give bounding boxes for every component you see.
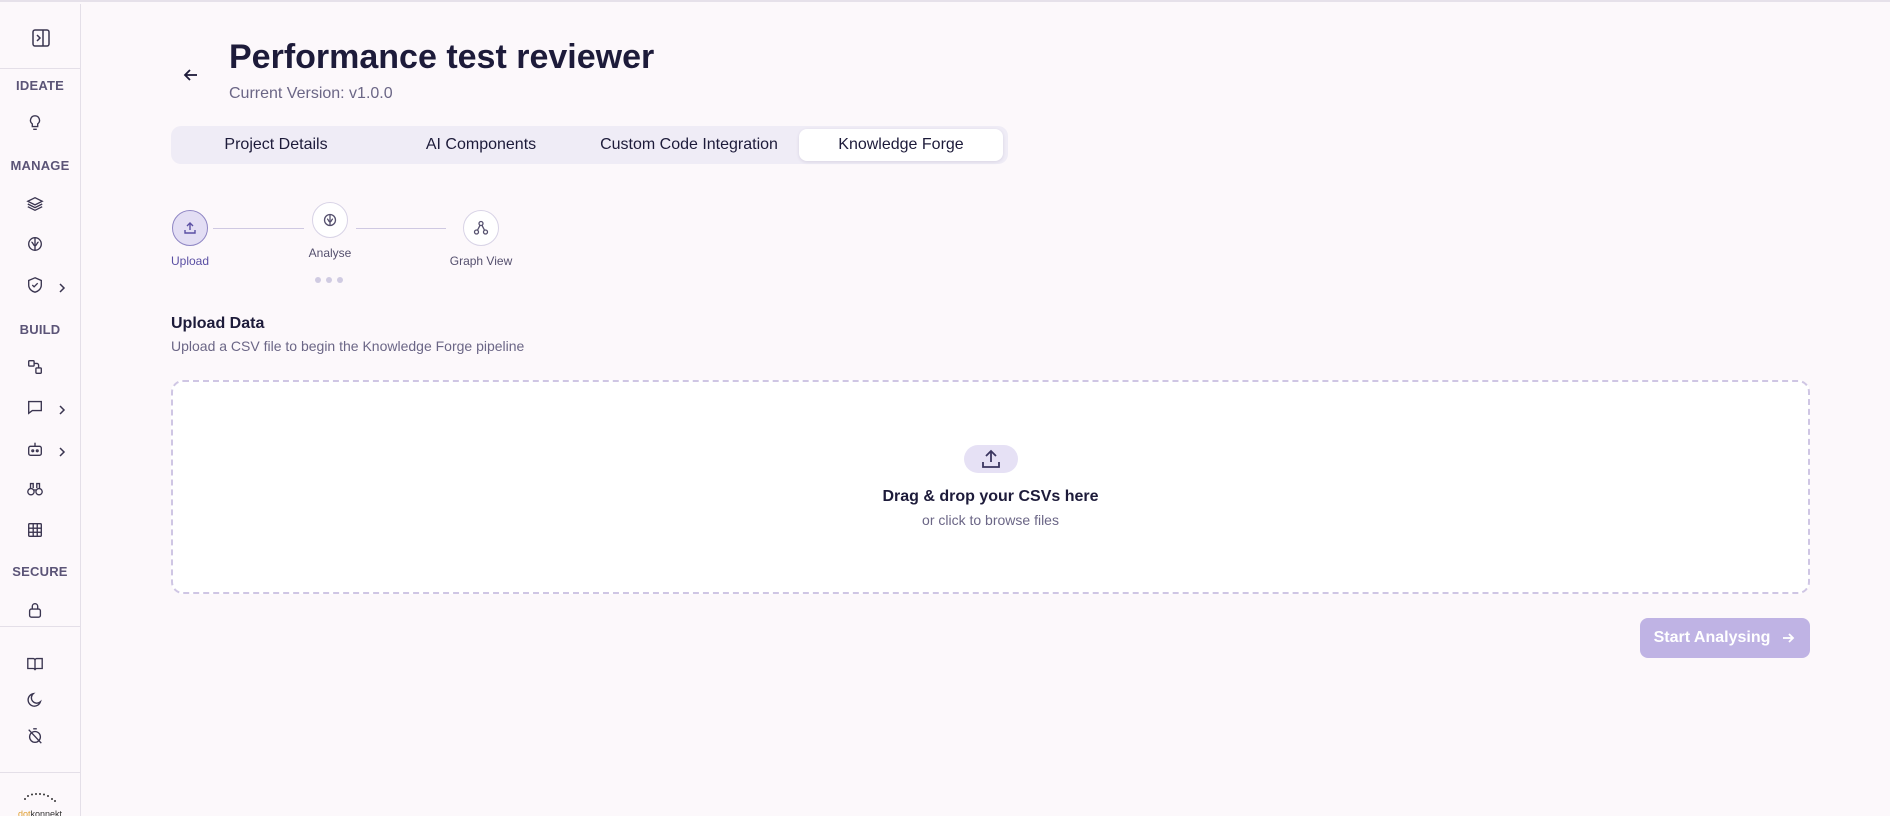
top-border: [0, 0, 1890, 4]
step-analyse[interactable]: [312, 202, 348, 238]
version-label: Current Version: v1.0.0: [229, 85, 393, 102]
step-graph-view[interactable]: [463, 210, 499, 246]
start-analysing-button[interactable]: Start Analysing: [1640, 618, 1810, 658]
step-upload[interactable]: [172, 210, 208, 246]
lightbulb-icon[interactable]: [26, 114, 46, 134]
sidebar: IDEATE MANAGE BUILD SECURE dotkonnekt: [0, 4, 81, 816]
logo-text-part: konnekt: [30, 809, 63, 816]
step-label-analyse: Analyse: [308, 246, 352, 260]
sidebar-toggle-icon[interactable]: [31, 28, 51, 48]
upload-icon: [184, 222, 196, 234]
dropzone-title: Drag & drop your CSVs here: [882, 488, 1099, 505]
sidebar-section-build: BUILD: [19, 322, 61, 337]
moon-icon[interactable]: [26, 691, 46, 711]
step-connector: [213, 228, 304, 229]
tab-custom-code-integration[interactable]: Custom Code Integration: [584, 129, 794, 161]
step-label-upload: Upload: [170, 254, 210, 268]
chevron-right-icon[interactable]: [56, 281, 68, 293]
book-icon[interactable]: [26, 655, 46, 675]
brand-logo: dotkonnekt: [10, 790, 70, 816]
sidebar-section-manage: MANAGE: [10, 158, 70, 173]
brain-icon[interactable]: [26, 235, 46, 255]
sidebar-section-ideate: IDEATE: [16, 78, 64, 93]
layers-icon[interactable]: [26, 195, 46, 215]
brain-icon: [323, 213, 337, 227]
chat-icon[interactable]: [26, 398, 46, 418]
start-analysing-label: Start Analysing: [1653, 629, 1771, 646]
step-label-graph-view: Graph View: [449, 254, 513, 268]
sidebar-divider: [0, 68, 80, 69]
chevron-right-icon[interactable]: [56, 403, 68, 415]
tab-project-details[interactable]: Project Details: [176, 129, 376, 161]
loading-dots: [315, 270, 348, 288]
sidebar-divider: [0, 772, 80, 773]
step-connector: [356, 228, 446, 229]
sidebar-section-secure: SECURE: [12, 564, 68, 579]
binoculars-icon[interactable]: [26, 480, 46, 500]
sidebar-divider: [0, 626, 80, 627]
timer-off-icon[interactable]: [26, 727, 46, 747]
page-title: Performance test reviewer: [229, 38, 655, 76]
tab-knowledge-forge[interactable]: Knowledge Forge: [799, 129, 1003, 161]
chevron-right-icon[interactable]: [56, 445, 68, 457]
logo-text-part: dot: [17, 809, 31, 816]
back-arrow-icon[interactable]: [180, 64, 202, 86]
tab-bar: Project Details AI Components Custom Cod…: [171, 126, 1008, 164]
section-subtitle: Upload a CSV file to begin the Knowledge…: [171, 338, 525, 354]
workflow-icon[interactable]: [26, 358, 46, 378]
table-icon[interactable]: [26, 521, 46, 541]
tab-ai-components[interactable]: AI Components: [381, 129, 581, 161]
csv-dropzone[interactable]: Drag & drop your CSVs here or click to b…: [171, 380, 1810, 594]
section-title: Upload Data: [171, 315, 265, 332]
upload-icon: [964, 445, 1018, 473]
arrow-right-icon: [1783, 633, 1795, 643]
lock-icon[interactable]: [26, 601, 46, 621]
dropzone-subtitle: or click to browse files: [922, 512, 1059, 528]
graph-icon: [473, 220, 489, 235]
bot-icon[interactable]: [26, 440, 46, 460]
shield-icon[interactable]: [26, 276, 46, 296]
